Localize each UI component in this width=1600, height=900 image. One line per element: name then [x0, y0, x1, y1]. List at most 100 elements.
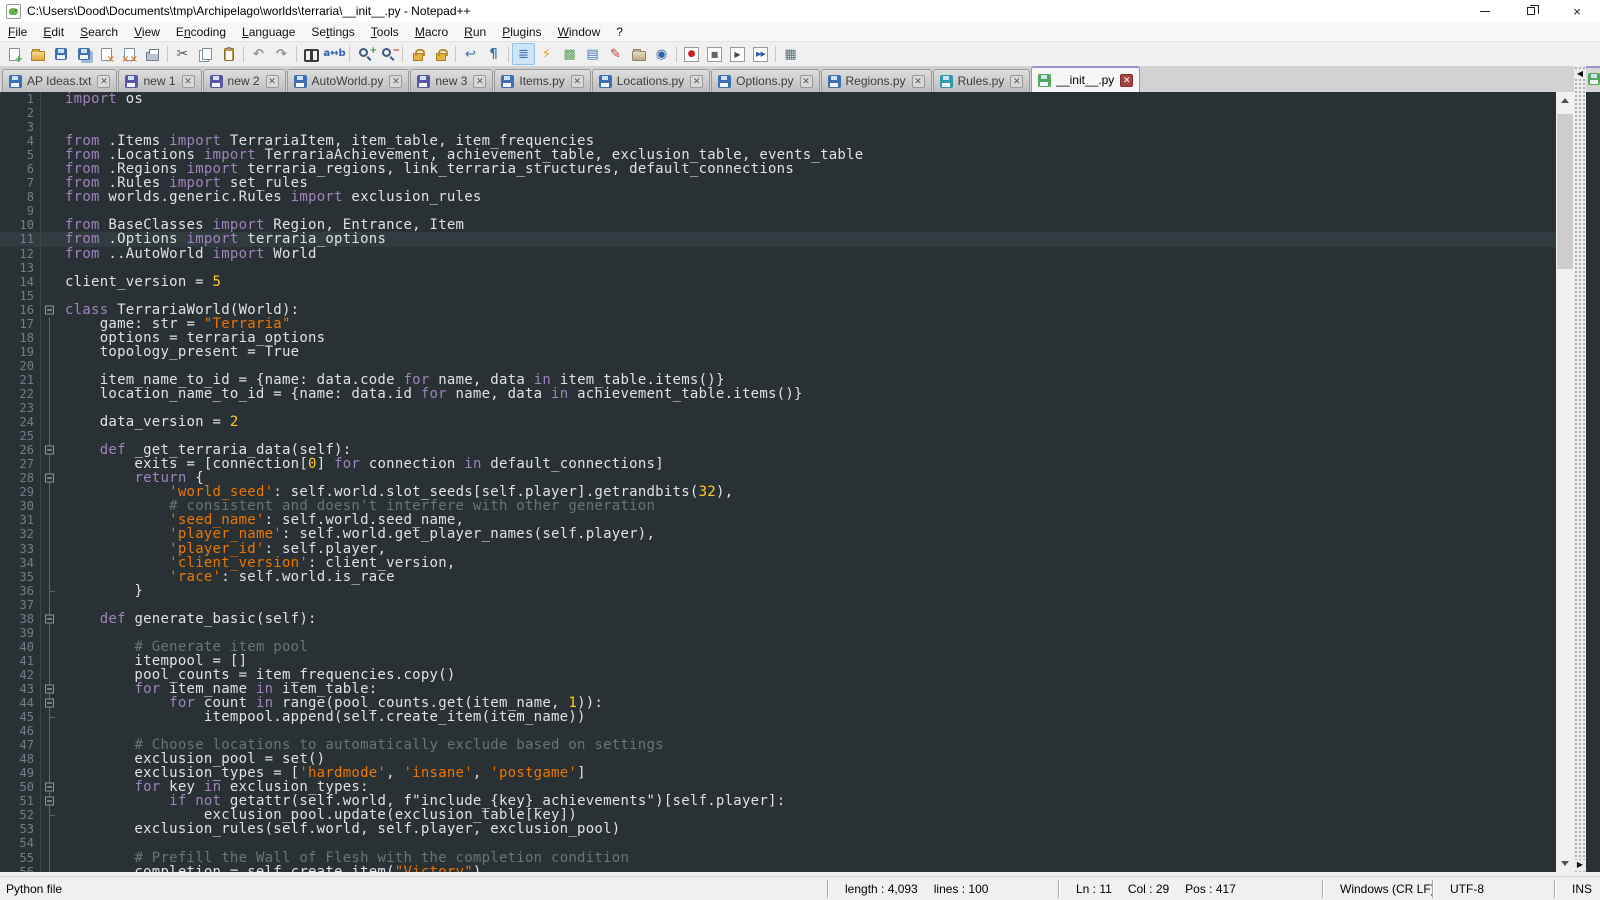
status-insert-mode[interactable]: INS — [1556, 877, 1600, 900]
line-number[interactable]: 16 — [0, 303, 38, 317]
tab-rules-py[interactable]: Rules.py✕ — [933, 69, 1031, 92]
code-line[interactable]: 15 — [0, 289, 1556, 303]
save-macro-button[interactable]: ▦ — [779, 43, 802, 65]
tab-close-icon[interactable]: ✕ — [389, 75, 402, 88]
code-line[interactable]: 22 location_name_to_id = {name: data.id … — [0, 387, 1556, 401]
line-number[interactable]: 45 — [0, 710, 38, 724]
menu-item-view[interactable]: View — [126, 23, 168, 41]
code-line[interactable]: 39 — [0, 626, 1556, 640]
code-line[interactable]: 44 for count in range(pool_counts.get(it… — [0, 696, 1556, 710]
line-number[interactable]: 18 — [0, 331, 38, 345]
line-number[interactable]: 14 — [0, 275, 38, 289]
code-line[interactable]: 10from BaseClasses import Region, Entran… — [0, 218, 1556, 232]
tab-close-icon[interactable]: ✕ — [1120, 74, 1133, 87]
line-number[interactable]: 41 — [0, 654, 38, 668]
function-list-button[interactable]: ⚡ — [535, 43, 558, 65]
vertical-scrollbar[interactable] — [1556, 92, 1574, 872]
line-number[interactable]: 9 — [0, 204, 38, 218]
code-line[interactable]: 16class TerrariaWorld(World): — [0, 303, 1556, 317]
code-editor[interactable]: 1import os234from .Items import Terraria… — [0, 92, 1556, 872]
code-line[interactable]: 32 'player_name': self.world.get_player_… — [0, 527, 1556, 541]
folder-as-workspace-button[interactable] — [627, 43, 650, 65]
code-line[interactable]: 3 — [0, 120, 1556, 134]
menu-item-settings[interactable]: Settings — [303, 23, 362, 41]
code-line[interactable]: 8from worlds.generic.Rules import exclus… — [0, 190, 1556, 204]
tab-init-py[interactable]: __init__.py✕ — [1031, 66, 1140, 92]
zoom-out-button[interactable]: − — [376, 43, 399, 65]
start-recording-button[interactable]: ● — [680, 43, 703, 65]
playback-macro-button[interactable]: ▶ — [726, 43, 749, 65]
word-wrap-button[interactable]: ↩ — [459, 43, 482, 65]
code-line[interactable]: 48 exclusion_pool = set() — [0, 752, 1556, 766]
code-line[interactable]: 25 — [0, 429, 1556, 443]
line-number[interactable]: 36 — [0, 584, 38, 598]
code-line[interactable]: 13 — [0, 261, 1556, 275]
line-number[interactable]: 43 — [0, 682, 38, 696]
status-eol-format[interactable]: Windows (CR LF) — [1324, 877, 1432, 900]
code-line[interactable]: 9 — [0, 204, 1556, 218]
line-number[interactable]: 21 — [0, 373, 38, 387]
run-macro-multiple-button[interactable]: ▶▶ — [749, 43, 772, 65]
menu-item-file[interactable]: File — [0, 23, 35, 41]
code-line[interactable]: 42 pool_counts = item_frequencies.copy() — [0, 668, 1556, 682]
code-line[interactable]: 30 # consistent and doesn't interfere wi… — [0, 499, 1556, 513]
code-line[interactable]: 51 if not getattr(self.world, f"include_… — [0, 794, 1556, 808]
code-line[interactable]: 29 'world_seed': self.world.slot_seeds[s… — [0, 485, 1556, 499]
line-number[interactable]: 2 — [0, 106, 38, 120]
stop-recording-button[interactable]: ■ — [703, 43, 726, 65]
code-line[interactable]: 20 — [0, 359, 1556, 373]
line-number[interactable]: 51 — [0, 794, 38, 808]
find-button[interactable] — [300, 43, 323, 65]
tab-close-icon[interactable]: ✕ — [571, 75, 584, 88]
code-line[interactable]: 34 'client_version': client_version, — [0, 556, 1556, 570]
line-number[interactable]: 12 — [0, 247, 38, 261]
menu-item-macro[interactable]: Macro — [407, 23, 456, 41]
zoom-in-button[interactable]: + — [353, 43, 376, 65]
code-line[interactable]: 45 itempool.append(self.create_item(item… — [0, 710, 1556, 724]
line-number[interactable]: 7 — [0, 176, 38, 190]
menu-item-search[interactable]: Search — [72, 23, 126, 41]
code-line[interactable]: 1import os — [0, 92, 1556, 106]
secondary-view-tab[interactable] — [1586, 66, 1600, 92]
line-number[interactable]: 5 — [0, 148, 38, 162]
close-button[interactable]: × — [95, 43, 118, 65]
close-button[interactable]: × — [1554, 0, 1600, 22]
splitter-collapse-left-icon[interactable]: ◀ — [1575, 69, 1585, 78]
line-number[interactable]: 50 — [0, 780, 38, 794]
code-line[interactable]: 40 # Generate item pool — [0, 640, 1556, 654]
line-number[interactable]: 32 — [0, 527, 38, 541]
line-number[interactable]: 55 — [0, 851, 38, 865]
code-line[interactable]: 52 exclusion_pool.update(exclusion_table… — [0, 808, 1556, 822]
menu-item-run[interactable]: Run — [456, 23, 494, 41]
code-line[interactable]: 41 itempool = [] — [0, 654, 1556, 668]
code-line[interactable]: 5from .Locations import TerrariaAchievem… — [0, 148, 1556, 162]
code-line[interactable]: 54 — [0, 836, 1556, 850]
code-line[interactable]: 56 completion = self.create_item("Victor… — [0, 865, 1556, 872]
line-number[interactable]: 42 — [0, 668, 38, 682]
line-number[interactable]: 53 — [0, 822, 38, 836]
scroll-down-button[interactable] — [1556, 855, 1574, 872]
code-line[interactable]: 46 — [0, 724, 1556, 738]
code-line[interactable]: 36 } — [0, 584, 1556, 598]
restore-button[interactable] — [1508, 0, 1554, 22]
menu-item-help[interactable]: ? — [608, 23, 631, 41]
tab-close-icon[interactable]: ✕ — [800, 75, 813, 88]
code-line[interactable]: 4from .Items import TerrariaItem, item_t… — [0, 134, 1556, 148]
code-line[interactable]: 26 def _get_terraria_data(self): — [0, 443, 1556, 457]
line-number[interactable]: 35 — [0, 570, 38, 584]
line-number[interactable]: 23 — [0, 401, 38, 415]
monitoring-button[interactable]: ◉ — [650, 43, 673, 65]
code-line[interactable]: 21 item_name_to_id = {name: data.code fo… — [0, 373, 1556, 387]
code-line[interactable]: 53 exclusion_rules(self.world, self.play… — [0, 822, 1556, 836]
save-button[interactable] — [49, 43, 72, 65]
splitter-collapse-right-icon[interactable]: ▶ — [1575, 860, 1585, 869]
code-line[interactable]: 12from ..AutoWorld import World — [0, 247, 1556, 261]
line-number[interactable]: 17 — [0, 317, 38, 331]
copy-button[interactable] — [194, 43, 217, 65]
line-number[interactable]: 31 — [0, 513, 38, 527]
code-line[interactable]: 18 options = terraria_options — [0, 331, 1556, 345]
line-number[interactable]: 39 — [0, 626, 38, 640]
secondary-view[interactable] — [1586, 66, 1600, 872]
status-encoding[interactable]: UTF-8 — [1434, 877, 1554, 900]
show-all-characters-button[interactable]: ¶ — [482, 43, 505, 65]
